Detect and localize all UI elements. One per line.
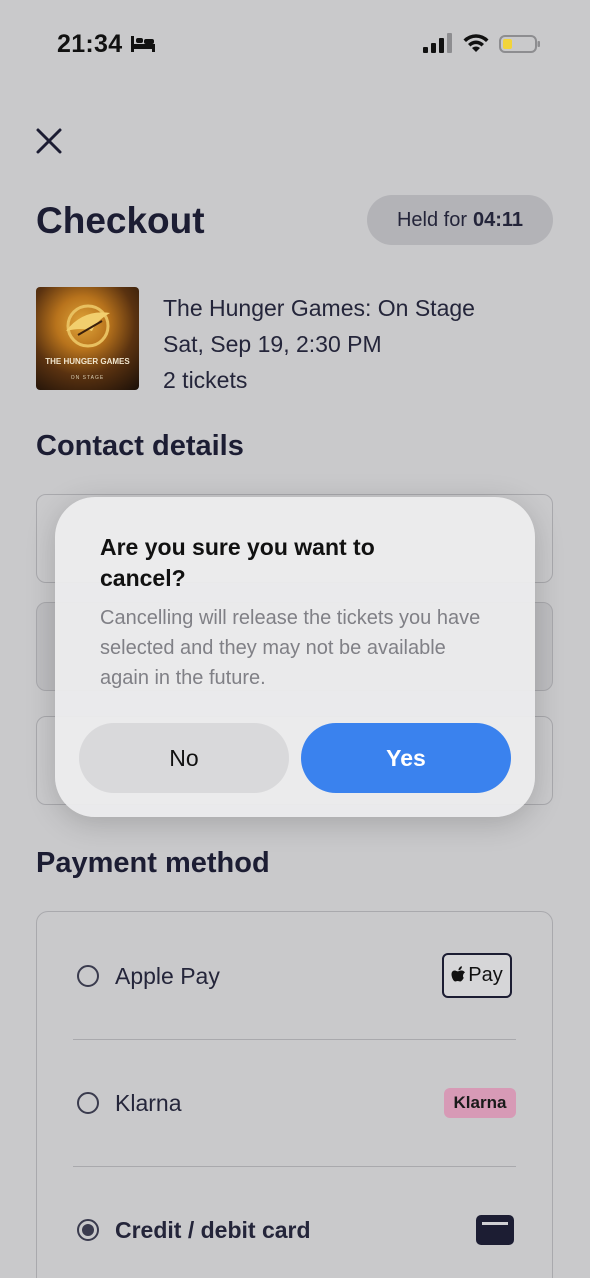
held-label: Held for <box>396 208 467 231</box>
event-poster: THE HUNGER GAMES ON STAGE <box>36 287 139 390</box>
klarna-label: Klarna <box>115 1090 182 1116</box>
poster-subtitle: ON STAGE <box>70 375 105 381</box>
klarna-badge: Klarna <box>444 1088 516 1118</box>
apple-icon <box>451 966 466 982</box>
event-name: The Hunger Games: On Stage <box>163 295 475 321</box>
payment-section-title: Payment method <box>36 847 270 879</box>
payment-options-card: Apple Pay Pay Klarna Klarna Credit / deb… <box>36 911 553 1278</box>
status-time: 21:34 <box>57 30 123 58</box>
cancel-dialog: Are you sure you want to cancel? Cancell… <box>55 497 535 817</box>
dialog-message: Cancelling will release the tickets you … <box>100 607 481 689</box>
held-timer-badge: Held for 04:11 <box>367 195 553 245</box>
event-datetime: Sat, Sep 19, 2:30 PM <box>163 331 382 357</box>
held-timer: 04:11 <box>472 208 524 231</box>
mockingjay-icon <box>66 304 110 348</box>
apple-pay-label: Apple Pay <box>115 963 220 989</box>
card-label: Credit / debit card <box>115 1217 311 1243</box>
divider <box>73 1166 516 1167</box>
apple-pay-badge-text: Pay <box>468 964 503 986</box>
status-bar: 21:34 <box>0 0 590 90</box>
yes-button[interactable]: Yes <box>301 723 511 793</box>
divider <box>73 1039 516 1040</box>
no-button[interactable]: No <box>79 723 289 793</box>
credit-card-icon <box>476 1215 514 1245</box>
klarna-radio[interactable] <box>77 1092 99 1114</box>
poster-title: THE HUNGER GAMES <box>45 357 130 366</box>
close-icon[interactable] <box>34 126 64 156</box>
wifi-icon <box>463 34 489 52</box>
apple-pay-badge: Pay <box>442 953 512 998</box>
signal-icon <box>423 33 452 53</box>
event-info: The Hunger Games: On Stage Sat, Sep 19, … <box>163 290 475 398</box>
apple-pay-radio[interactable] <box>77 965 99 987</box>
payment-option-card[interactable]: Credit / debit card <box>37 1200 554 1260</box>
contact-section-title: Contact details <box>36 430 244 462</box>
payment-option-apple-pay[interactable]: Apple Pay Pay <box>37 946 554 1006</box>
payment-option-klarna[interactable]: Klarna Klarna <box>37 1073 554 1133</box>
dialog-title: Are you sure you want to cancel? <box>100 534 375 591</box>
card-radio[interactable] <box>77 1219 99 1241</box>
page-title: Checkout <box>36 200 205 241</box>
event-tickets: 2 tickets <box>163 367 248 393</box>
bed-icon <box>131 36 155 52</box>
battery-icon <box>499 35 540 53</box>
